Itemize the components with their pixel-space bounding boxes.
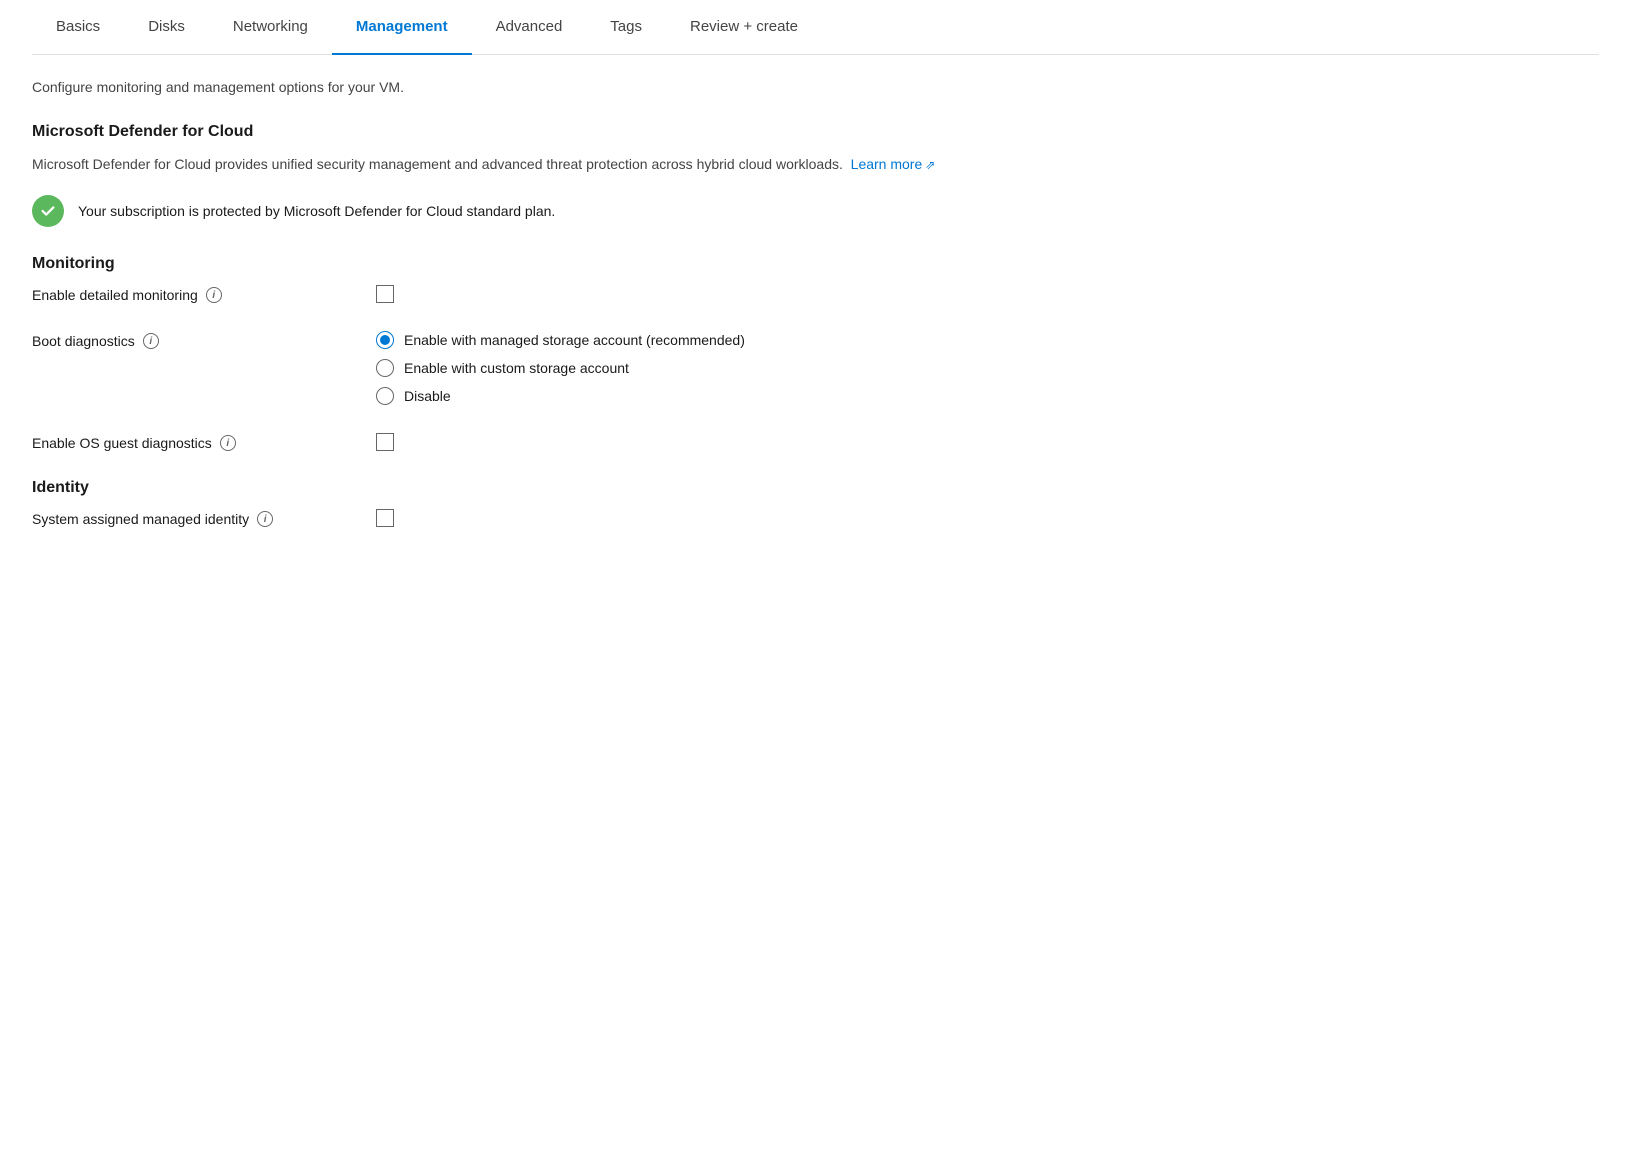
boot-diagnostics-radio-managed[interactable]: [376, 331, 394, 349]
enable-os-guest-diagnostics-info-icon[interactable]: i: [220, 435, 236, 451]
tab-disks[interactable]: Disks: [124, 0, 209, 55]
defender-status-text: Your subscription is protected by Micros…: [78, 203, 555, 219]
boot-diagnostics-info-icon[interactable]: i: [143, 333, 159, 349]
learn-more-link[interactable]: Learn more⇗: [851, 156, 936, 172]
boot-diagnostics-control: Enable with managed storage account (rec…: [376, 331, 745, 405]
monitoring-heading: Monitoring: [32, 255, 1599, 273]
enable-os-guest-diagnostics-checkbox[interactable]: [376, 433, 394, 451]
boot-diagnostics-label: Boot diagnostics i: [32, 331, 352, 349]
boot-diagnostics-managed-label: Enable with managed storage account (rec…: [404, 332, 745, 348]
enable-os-guest-diagnostics-row: Enable OS guest diagnostics i: [32, 433, 1599, 451]
boot-diagnostics-radio-custom[interactable]: [376, 359, 394, 377]
enable-detailed-monitoring-control: [376, 285, 394, 303]
tab-networking[interactable]: Networking: [209, 0, 332, 55]
tab-tags[interactable]: Tags: [586, 0, 666, 55]
enable-detailed-monitoring-label: Enable detailed monitoring i: [32, 285, 352, 303]
enable-os-guest-diagnostics-control: [376, 433, 394, 451]
identity-section: Identity System assigned managed identit…: [32, 479, 1599, 527]
enable-detailed-monitoring-checkbox[interactable]: [376, 285, 394, 303]
enable-detailed-monitoring-row: Enable detailed monitoring i: [32, 285, 1599, 303]
enable-os-guest-diagnostics-label: Enable OS guest diagnostics i: [32, 433, 352, 451]
tab-advanced[interactable]: Advanced: [472, 0, 587, 55]
defender-description: Microsoft Defender for Cloud provides un…: [32, 153, 1599, 175]
boot-diagnostics-option-managed[interactable]: Enable with managed storage account (rec…: [376, 331, 745, 349]
monitoring-section: Monitoring Enable detailed monitoring i …: [32, 255, 1599, 451]
boot-diagnostics-row: Boot diagnostics i Enable with managed s…: [32, 331, 1599, 405]
identity-heading: Identity: [32, 479, 1599, 497]
boot-diagnostics-custom-label: Enable with custom storage account: [404, 360, 629, 376]
page-description: Configure monitoring and management opti…: [32, 79, 1599, 95]
system-assigned-managed-identity-checkbox[interactable]: [376, 509, 394, 527]
protected-icon: [32, 195, 64, 227]
system-assigned-managed-identity-label: System assigned managed identity i: [32, 509, 352, 527]
boot-diagnostics-option-custom[interactable]: Enable with custom storage account: [376, 359, 745, 377]
defender-section: Microsoft Defender for Cloud Microsoft D…: [32, 123, 1599, 227]
tab-management[interactable]: Management: [332, 0, 472, 55]
defender-status-row: Your subscription is protected by Micros…: [32, 195, 1599, 227]
enable-detailed-monitoring-info-icon[interactable]: i: [206, 287, 222, 303]
tab-basics[interactable]: Basics: [32, 0, 124, 55]
system-assigned-managed-identity-control: [376, 509, 394, 527]
boot-diagnostics-option-disable[interactable]: Disable: [376, 387, 745, 405]
system-assigned-managed-identity-row: System assigned managed identity i: [32, 509, 1599, 527]
boot-diagnostics-radio-disable[interactable]: [376, 387, 394, 405]
external-link-icon: ⇗: [925, 156, 935, 175]
tab-review-create[interactable]: Review + create: [666, 0, 822, 55]
system-assigned-managed-identity-info-icon[interactable]: i: [257, 511, 273, 527]
tabs-nav: Basics Disks Networking Management Advan…: [32, 0, 1599, 55]
boot-diagnostics-disable-label: Disable: [404, 388, 451, 404]
defender-heading: Microsoft Defender for Cloud: [32, 123, 1599, 141]
